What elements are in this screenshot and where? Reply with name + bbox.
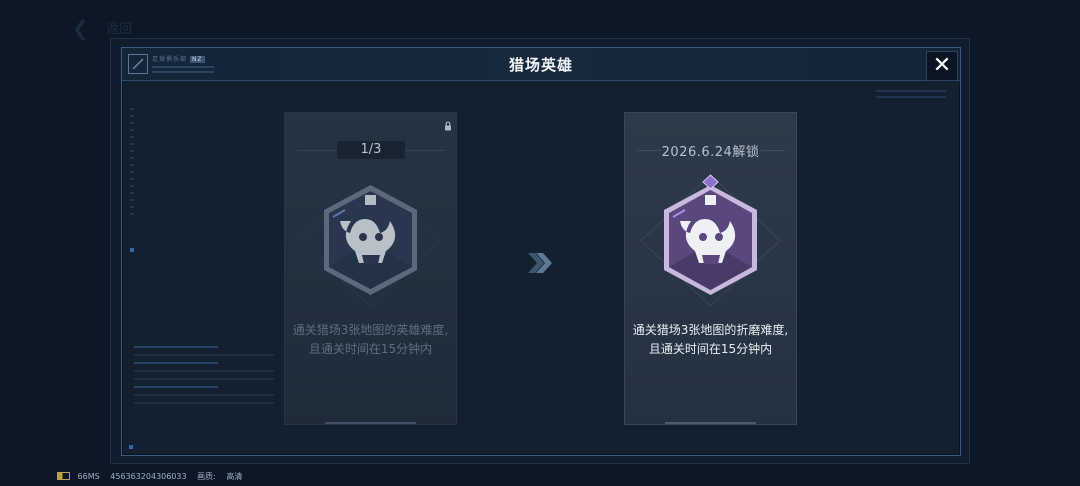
unlock-date-label: 2026.6.24解锁	[661, 145, 760, 160]
card-description: 通关猎场3张地图的英雄难度, 且通关时间在15分钟内	[285, 321, 456, 359]
lock-icon	[443, 116, 453, 131]
achievement-modal: 足球俱乐部 NZ 猎场英雄 ✕ 1/3 通关猎场3张地图的英雄难度, 且通关时间…	[121, 47, 961, 456]
modal-title: 猎场英雄	[508, 56, 573, 74]
close-button[interactable]: ✕	[926, 51, 958, 81]
achievement-card-current[interactable]: 1/3 通关猎场3张地图的英雄难度, 且通关时间在15分钟内	[284, 112, 457, 425]
status-footer: 66MS 456363204306033 画质: 高清	[57, 471, 250, 482]
log-decoration	[134, 346, 274, 436]
card-description-line: 且通关时间在15分钟内	[308, 342, 433, 356]
modal-header: 足球俱乐部 NZ 猎场英雄 ✕	[122, 48, 960, 81]
quality-label: 画质:	[197, 472, 216, 481]
background-back-button: ❮ 返回	[72, 16, 142, 40]
card-description-line: 且通关时间在15分钟内	[648, 342, 773, 356]
card-description-line: 通关猎场3张地图的英雄难度,	[292, 323, 449, 337]
battery-icon	[57, 472, 70, 480]
double-chevron-right-icon	[528, 253, 552, 273]
quality-value: 高清	[226, 472, 243, 481]
side-decoration	[130, 108, 134, 218]
card-description-line: 通关猎场3张地图的折磨难度,	[632, 323, 789, 337]
divider	[297, 150, 337, 151]
demon-skull-icon	[640, 174, 781, 307]
background-back-label: 返回	[106, 22, 133, 37]
close-icon: ✕	[932, 53, 952, 78]
progress-counter: 1/3	[337, 141, 405, 159]
achievement-card-next[interactable]: 2026.6.24解锁 通关猎场3张地图的折磨难度, 且通关时间在15分钟内	[624, 112, 797, 425]
uid-value: 456363204306033	[110, 472, 187, 481]
divider	[405, 150, 445, 151]
card-description: 通关猎场3张地图的折磨难度, 且通关时间在15分钟内	[625, 321, 796, 359]
ping-value: 66MS	[77, 472, 100, 481]
card-bottom-bar	[325, 422, 416, 424]
side-marker	[130, 248, 134, 252]
card-bottom-bar	[665, 422, 756, 424]
corner-marker	[129, 445, 133, 449]
right-decoration	[876, 90, 946, 104]
demon-skull-icon	[300, 174, 441, 307]
back-arrow-icon: ❮	[72, 16, 89, 40]
